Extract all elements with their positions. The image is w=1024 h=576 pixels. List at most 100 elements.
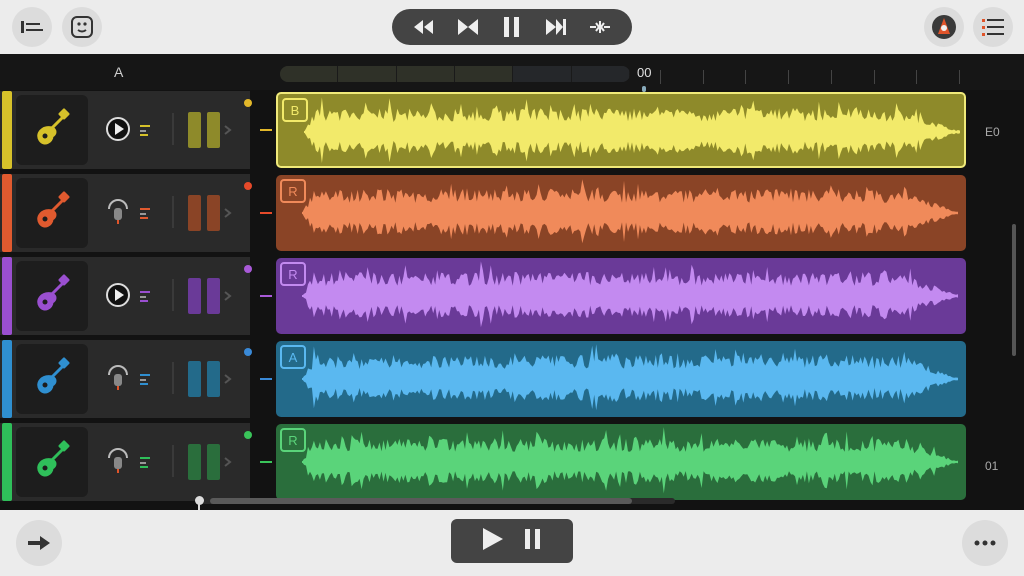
- instrument-button[interactable]: [16, 95, 88, 165]
- waveform-shape: [302, 179, 958, 244]
- instrument-button[interactable]: [16, 178, 88, 248]
- track-volume-fader[interactable]: [188, 444, 220, 480]
- track-volume-fader[interactable]: [188, 112, 220, 148]
- track-header[interactable]: [0, 91, 252, 169]
- track-indicator-dot: [244, 99, 252, 107]
- tracks-area: A 00 B R R A R E0 01: [0, 54, 1024, 511]
- scroll-marker[interactable]: [195, 496, 204, 505]
- ruler-ticks: [660, 70, 960, 84]
- audio-region[interactable]: A: [276, 341, 966, 417]
- metronome-icon: [932, 15, 956, 39]
- region-connector: [260, 129, 272, 131]
- rewind-button[interactable]: [409, 12, 439, 42]
- track-header[interactable]: [0, 257, 252, 335]
- vertical-scrollbar[interactable]: [1012, 224, 1016, 356]
- track-header[interactable]: [0, 174, 252, 252]
- chevron-right-icon: [224, 208, 232, 218]
- track-indicator-dot: [244, 182, 252, 190]
- play-button[interactable]: [483, 527, 503, 555]
- waveform-shape: [302, 427, 958, 494]
- pause-button[interactable]: [497, 12, 527, 42]
- timeline-ruler[interactable]: [280, 66, 630, 82]
- waveform: [302, 427, 958, 494]
- track-control-button[interactable]: [104, 447, 132, 475]
- chevron-right-icon: [224, 291, 232, 301]
- track-volume-fader[interactable]: [188, 195, 220, 231]
- rewind-icon: [414, 20, 433, 34]
- arrow-icon: [28, 536, 50, 550]
- loop-icon: [590, 21, 610, 33]
- record-mic-icon: [108, 448, 128, 473]
- track-control-button[interactable]: [104, 281, 132, 309]
- region-label: R: [280, 262, 306, 286]
- loop-button[interactable]: [585, 12, 615, 42]
- more-button[interactable]: [962, 520, 1008, 566]
- skip-forward-button[interactable]: [541, 12, 571, 42]
- track-column-label: A: [114, 64, 124, 80]
- top-toolbar: [0, 0, 1024, 54]
- track-control-button[interactable]: [104, 198, 132, 226]
- pause-icon: [504, 17, 519, 37]
- track-volume-fader[interactable]: [188, 278, 220, 314]
- transport-bar: [392, 9, 632, 45]
- region-line: [302, 378, 342, 380]
- waveform-shape: [302, 344, 958, 411]
- audio-region[interactable]: R: [276, 424, 966, 500]
- track-indicator-dot: [244, 431, 252, 439]
- ruler-segment: [338, 66, 397, 82]
- timeline-header: A 00: [0, 54, 1024, 92]
- track-settings-icon[interactable]: [138, 372, 152, 386]
- list-view-button[interactable]: [973, 7, 1013, 47]
- browser-button[interactable]: [62, 7, 102, 47]
- play-track-icon: [106, 283, 130, 307]
- region-label: B: [282, 98, 308, 122]
- track-color-strip: [2, 257, 12, 335]
- track-color-strip: [2, 91, 12, 169]
- instrument-button[interactable]: [16, 344, 88, 414]
- instrument-button[interactable]: [16, 261, 88, 331]
- guitar-icon: [37, 191, 70, 228]
- track-control-button[interactable]: [104, 364, 132, 392]
- metronome-button[interactable]: [924, 7, 964, 47]
- track-settings-icon[interactable]: [138, 123, 152, 137]
- region-label: R: [280, 428, 306, 452]
- audio-region[interactable]: R: [276, 175, 966, 251]
- browser-icon: [71, 16, 93, 38]
- waveform: [304, 97, 960, 163]
- track-header[interactable]: [0, 423, 252, 501]
- instrument-button[interactable]: [16, 427, 88, 497]
- horizontal-scrollbar[interactable]: [210, 498, 632, 504]
- guitar-icon: [37, 440, 70, 477]
- track-header[interactable]: [0, 340, 252, 418]
- arrow-button[interactable]: [16, 520, 62, 566]
- track-control-button[interactable]: [104, 115, 132, 143]
- list-icon: [982, 19, 1004, 36]
- track-settings-icon[interactable]: [138, 289, 152, 303]
- ruler-segment: [571, 66, 630, 82]
- skip-back-button[interactable]: [453, 12, 483, 42]
- region-line: [302, 295, 342, 297]
- track-divider: [172, 279, 174, 311]
- audio-region[interactable]: B: [276, 92, 966, 168]
- guitar-icon: [37, 357, 70, 394]
- tracks-view-button[interactable]: [12, 7, 52, 47]
- pause-button-bottom[interactable]: [525, 528, 541, 554]
- track-settings-icon[interactable]: [138, 206, 152, 220]
- skip-back-icon: [458, 19, 478, 35]
- ruler-segment: [513, 66, 572, 82]
- track-divider: [172, 362, 174, 394]
- track-right-label-top: E0: [985, 125, 1000, 139]
- record-mic-icon: [108, 199, 128, 224]
- region-line: [302, 212, 342, 214]
- track-settings-icon[interactable]: [138, 455, 152, 469]
- track-indicator-dot: [244, 265, 252, 273]
- track-color-strip: [2, 423, 12, 501]
- more-icon: [974, 540, 996, 546]
- track-volume-fader[interactable]: [188, 361, 220, 397]
- audio-region[interactable]: R: [276, 258, 966, 334]
- record-mic-icon: [108, 365, 128, 390]
- skip-forward-icon: [546, 19, 566, 35]
- waveform-shape: [304, 97, 960, 163]
- chevron-right-icon: [224, 374, 232, 384]
- region-connector: [260, 212, 272, 214]
